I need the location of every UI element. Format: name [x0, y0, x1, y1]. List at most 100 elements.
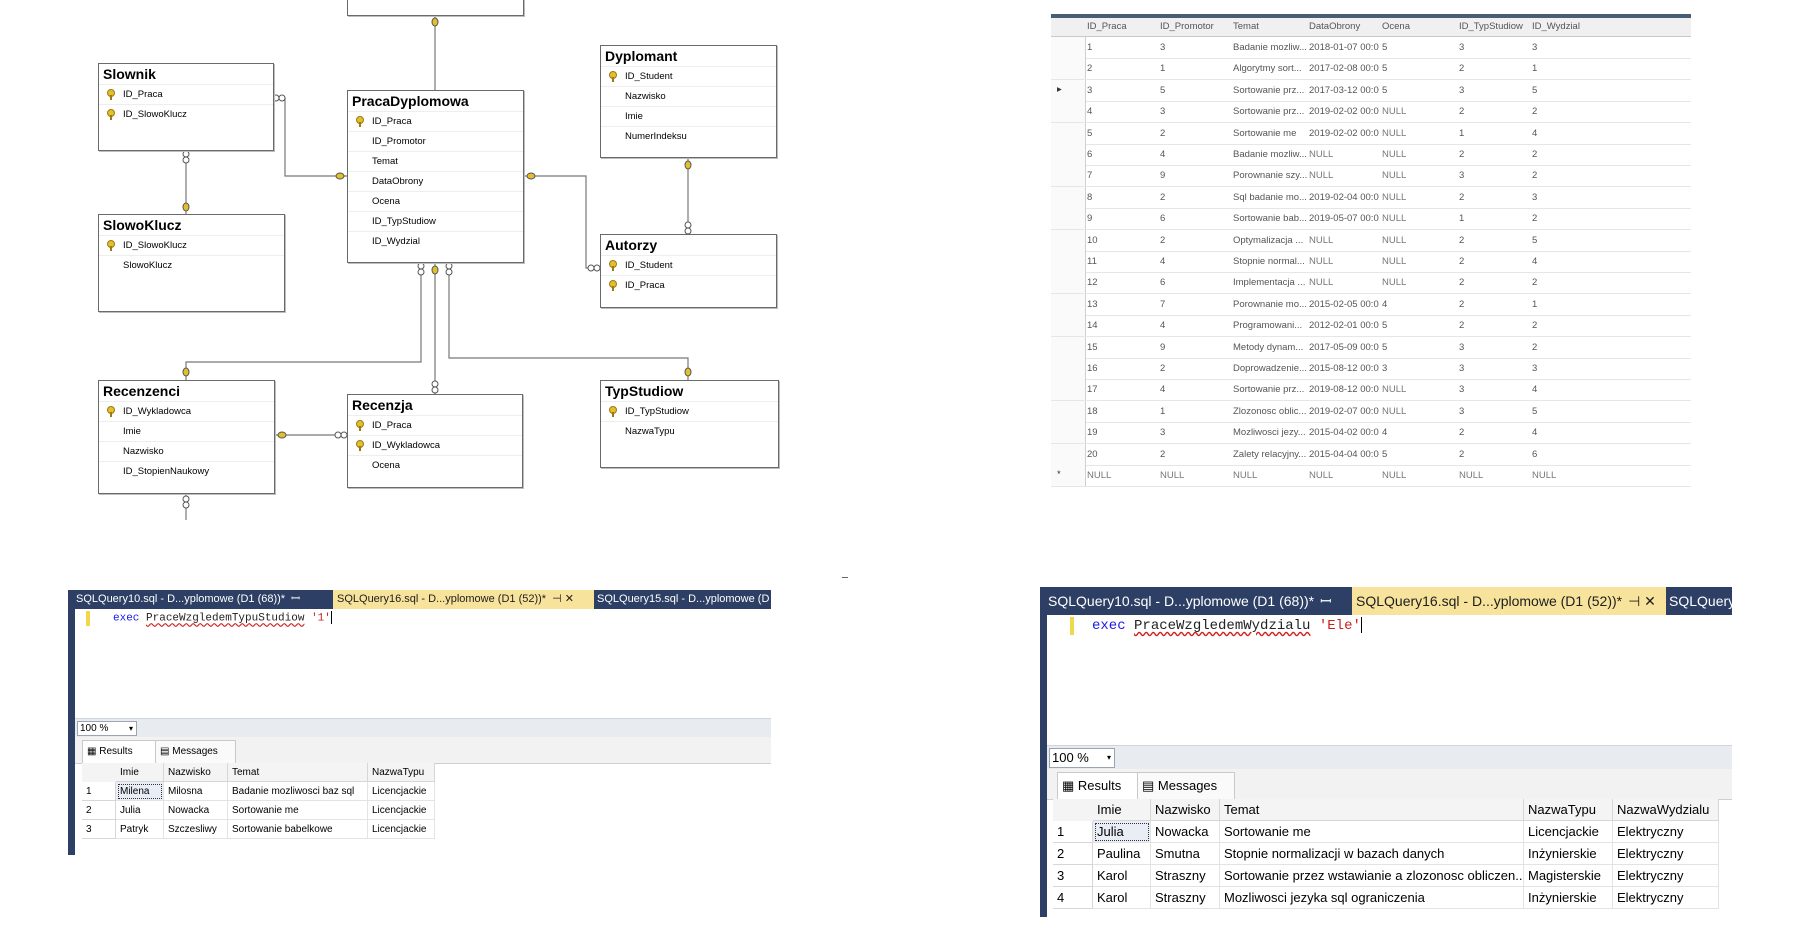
result-row-number[interactable]: 3	[82, 820, 116, 839]
grid-cell[interactable]: 4	[1160, 384, 1230, 395]
result-cell[interactable]: Sortowanie babelkowe	[228, 820, 368, 839]
result-column-header[interactable]: NazwaTypu	[1524, 799, 1613, 821]
query-tab[interactable]: SQLQuery16.sql - D...yplomowe (D1 (52))*…	[333, 590, 594, 609]
grid-cell[interactable]: 6	[1087, 149, 1157, 160]
result-row-number[interactable]: 3	[1053, 865, 1093, 887]
result-row-number[interactable]: 2	[82, 801, 116, 820]
result-column-header[interactable]: NazwaTypu	[368, 763, 435, 782]
grid-cell[interactable]: 3	[1459, 406, 1529, 417]
grid-row[interactable]: 20 2 Zalety relacyjny... 2015-04-04 00:0...…	[1051, 443, 1691, 466]
grid-row[interactable]: 13 7 Porownanie mo... 2015-02-05 00:0... 4 2 1	[1051, 293, 1691, 316]
grid-cell[interactable]: 4	[1532, 256, 1602, 267]
result-column-header[interactable]: Temat	[228, 763, 368, 782]
row-selector[interactable]: ▸	[1051, 79, 1086, 101]
grid-row[interactable]: 1 3 Badanie mozliw... 2018-01-07 00:0... 5 3 3	[1051, 37, 1691, 59]
row-selector[interactable]	[1051, 379, 1086, 401]
grid-cell[interactable]: 20	[1087, 449, 1157, 460]
row-selector[interactable]	[1051, 422, 1086, 444]
grid-cell[interactable]: 4	[1160, 320, 1230, 331]
grid-cell[interactable]: 2015-04-02 00:0...	[1309, 427, 1379, 438]
grid-cell[interactable]: 4	[1532, 427, 1602, 438]
grid-cell[interactable]: 2	[1459, 320, 1529, 331]
result-cell[interactable]: Sortowanie me	[228, 801, 368, 820]
grid-row[interactable]: 18 1 Zlozonosc oblic... 2019-02-07 00:0... N…	[1051, 400, 1691, 423]
grid-cell[interactable]: 7	[1160, 299, 1230, 310]
result-tab-messages[interactable]: ▤ Messages	[1137, 772, 1235, 799]
grid-column-header[interactable]: ID_Praca	[1087, 21, 1157, 32]
er-column[interactable]: ID_Praca	[348, 111, 523, 131]
grid-cell[interactable]: NULL	[1160, 470, 1230, 481]
grid-cell[interactable]: NULL	[1382, 470, 1456, 481]
grid-cell[interactable]: NULL	[1087, 470, 1157, 481]
row-selector[interactable]	[1051, 251, 1086, 272]
grid-row[interactable]: 8 2 Sql badanie mo... 2019-02-04 00:0... NUL…	[1051, 186, 1691, 209]
grid-cell[interactable]: NULL	[1382, 192, 1456, 203]
result-cell[interactable]: Patryk	[116, 820, 164, 839]
er-column[interactable]: Nazwisko	[601, 86, 776, 106]
grid-row[interactable]: 10 2 Optymalizacja ... NULL NULL 2 5	[1051, 229, 1691, 252]
grid-cell[interactable]: 2	[1532, 213, 1602, 224]
grid-cell[interactable]: 2	[1532, 149, 1602, 160]
grid-cell[interactable]: Stopnie normal...	[1233, 256, 1307, 267]
result-row-number[interactable]: 1	[82, 782, 116, 801]
grid-cell[interactable]: 5	[1382, 320, 1456, 331]
er-column[interactable]: ID_Student	[601, 66, 776, 86]
er-column[interactable]: Imie	[601, 106, 776, 126]
grid-cell[interactable]: NULL	[1382, 213, 1456, 224]
grid-cell[interactable]: NULL	[1309, 256, 1379, 267]
query-tab[interactable]: SQLQuery10.sql - D...yplomowe (D1 (68))*…	[1044, 587, 1353, 615]
er-table-partial[interactable]	[347, 0, 524, 16]
grid-cell[interactable]: Porownanie szy...	[1233, 170, 1307, 181]
grid-row[interactable]: 12 6 Implementacja ... NULL NULL 2 2	[1051, 272, 1691, 295]
grid-cell[interactable]: Badanie mozliw...	[1233, 149, 1307, 160]
grid-cell[interactable]: NULL	[1309, 470, 1379, 481]
grid-cell[interactable]: 6	[1532, 449, 1602, 460]
grid-row[interactable]: ▸ 3 5 Sortowanie prz... 2017-03-12 00:0... 5 3…	[1051, 79, 1691, 102]
grid-cell[interactable]: Implementacja ...	[1233, 277, 1307, 288]
grid-cell[interactable]: 12	[1087, 277, 1157, 288]
er-column[interactable]: Temat	[348, 151, 523, 171]
grid-cell[interactable]: 2019-02-07 00:0...	[1309, 406, 1379, 417]
grid-cell[interactable]: Algorytmy sort...	[1233, 63, 1307, 74]
grid-cell[interactable]: Sortowanie prz...	[1233, 85, 1307, 96]
grid-cell[interactable]: 2	[1160, 449, 1230, 460]
grid-cell[interactable]: Sortowanie prz...	[1233, 384, 1307, 395]
grid-cell[interactable]: 1	[1532, 299, 1602, 310]
result-cell[interactable]: Smutna	[1151, 843, 1220, 865]
grid-row[interactable]: 5 2 Sortowanie me 2019-02-02 00:0... NULL 1 4	[1051, 122, 1691, 145]
grid-cell[interactable]: 2	[1459, 63, 1529, 74]
grid-cell[interactable]: 1	[1087, 42, 1157, 53]
grid-cell[interactable]: 7	[1087, 170, 1157, 181]
grid-row[interactable]: 19 3 Mozliwosci jezy... 2015-04-02 00:0... 4…	[1051, 422, 1691, 445]
result-cell[interactable]: Nowacka	[164, 801, 228, 820]
grid-row[interactable]: 11 4 Stopnie normal... NULL NULL 2 4	[1051, 251, 1691, 273]
grid-cell[interactable]: 5	[1532, 406, 1602, 417]
grid-cell[interactable]: 13	[1087, 299, 1157, 310]
grid-cell[interactable]: 2015-04-04 00:0...	[1309, 449, 1379, 460]
grid-corner[interactable]	[82, 763, 117, 783]
grid-cell[interactable]: 14	[1087, 320, 1157, 331]
result-tab-results[interactable]: ▦ Results	[1057, 772, 1139, 799]
grid-cell[interactable]: 2017-05-09 00:0...	[1309, 342, 1379, 353]
grid-cell[interactable]: 2019-05-07 00:0...	[1309, 213, 1379, 224]
grid-cell[interactable]: 3	[1382, 363, 1456, 374]
result-tab-messages[interactable]: ▤ Messages	[155, 740, 236, 763]
tab-pin-close-icon[interactable]: ⊣ ✕	[1628, 593, 1656, 609]
row-selector[interactable]	[1051, 208, 1086, 230]
result-cell[interactable]: Elektryczny	[1613, 821, 1719, 843]
grid-cell[interactable]: 2018-01-07 00:0...	[1309, 42, 1379, 53]
result-column-header[interactable]: Imie	[116, 763, 164, 782]
result-cell[interactable]: Elektryczny	[1613, 887, 1719, 909]
grid-row[interactable]: 15 9 Metody dynam... 2017-05-09 00:0... 5 3 2	[1051, 336, 1691, 359]
sql-editor[interactable]: exec PraceWzgledemWydzialu 'Ele'	[1092, 617, 1362, 635]
result-column-header[interactable]: Imie	[1093, 799, 1151, 821]
result-row-number[interactable]: 1	[1053, 821, 1093, 843]
grid-cell[interactable]: 3	[1459, 342, 1529, 353]
grid-row[interactable]: 9 6 Sortowanie bab... 2019-05-07 00:0... NUL…	[1051, 208, 1691, 231]
query-tab[interactable]: SQLQuery16.sql - D...yplomowe (D1 (52))*…	[1352, 587, 1666, 615]
grid-cell[interactable]: 19	[1087, 427, 1157, 438]
grid-cell[interactable]: Porownanie mo...	[1233, 299, 1307, 310]
grid-cell[interactable]: NULL	[1309, 170, 1379, 181]
grid-cell[interactable]: 2	[1459, 192, 1529, 203]
grid-cell[interactable]: 3	[1459, 85, 1529, 96]
